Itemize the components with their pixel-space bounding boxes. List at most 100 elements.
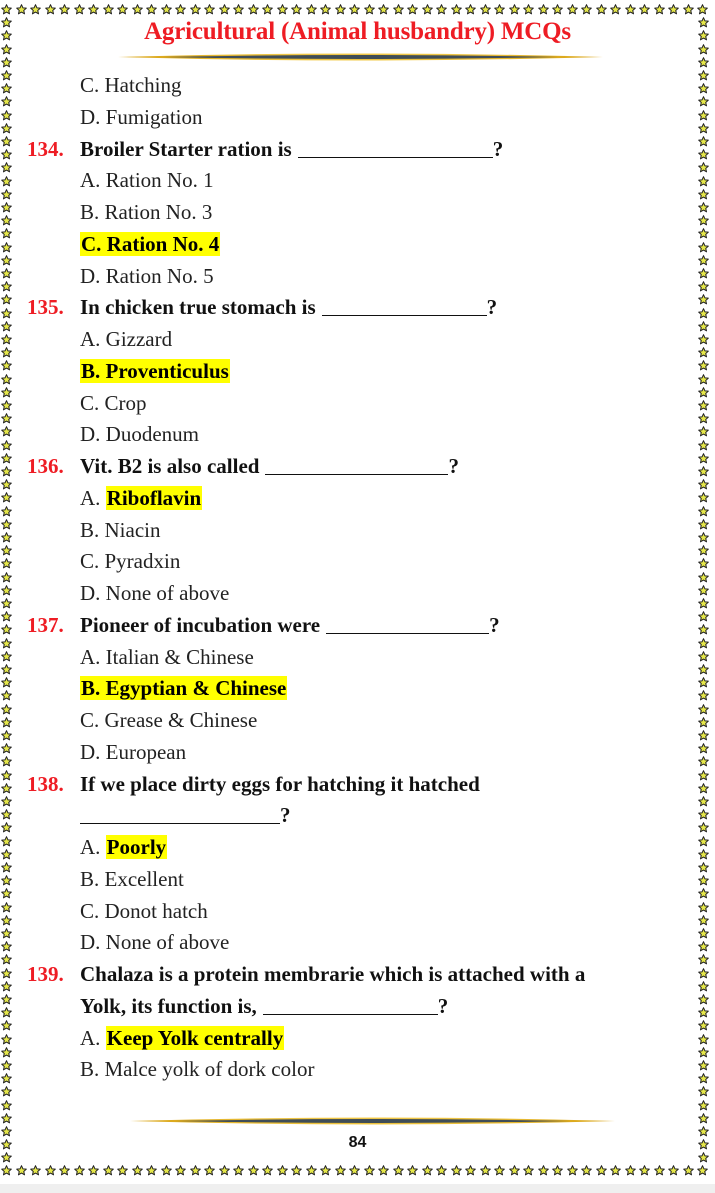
correct-answer-highlight: Keep Yolk centrally bbox=[105, 1025, 285, 1050]
star-icon bbox=[305, 2, 317, 15]
option: A. Italian & Chinese bbox=[80, 642, 254, 673]
star-icon bbox=[363, 1163, 375, 1176]
star-icon bbox=[30, 2, 41, 15]
star-icon bbox=[349, 2, 360, 15]
star-icon bbox=[624, 1163, 636, 1176]
star-icon bbox=[160, 2, 172, 15]
option-row-correct: A. Keep Yolk centrally bbox=[0, 1023, 715, 1054]
question-number: 135. bbox=[27, 295, 64, 320]
correct-answer-highlight: Poorly bbox=[105, 835, 168, 859]
star-icon bbox=[146, 2, 157, 15]
star-icon bbox=[1, 1098, 12, 1110]
option-row: B. Excellent bbox=[0, 864, 715, 895]
star-icon bbox=[131, 2, 143, 15]
option-row-correct: C. Ration No. 4 bbox=[0, 229, 715, 260]
star-icon bbox=[44, 1163, 56, 1176]
star-icon bbox=[378, 2, 389, 15]
header-divider bbox=[118, 53, 603, 61]
star-icon bbox=[698, 1150, 709, 1163]
star-icon bbox=[59, 1163, 70, 1176]
star-icon bbox=[494, 1163, 505, 1176]
option: C. Donot hatch bbox=[80, 896, 208, 927]
option: D. None of above bbox=[80, 927, 229, 958]
star-icon bbox=[610, 1163, 621, 1176]
star-icon bbox=[392, 1163, 404, 1176]
option: C. Grease & Chinese bbox=[80, 705, 257, 736]
star-icon bbox=[682, 1163, 694, 1176]
star-icon bbox=[566, 2, 578, 15]
star-icon bbox=[1, 1111, 12, 1124]
option-row: D. Ration No. 5 bbox=[0, 261, 715, 292]
star-icon bbox=[334, 1163, 346, 1176]
star-icon bbox=[494, 2, 505, 15]
star-icon bbox=[117, 2, 128, 15]
star-icon bbox=[537, 1163, 549, 1176]
star-icon bbox=[407, 1163, 418, 1176]
option-row: C. Pyradxin bbox=[0, 546, 715, 577]
star-icon bbox=[73, 1163, 85, 1176]
question-text-content: Yolk, its function is, bbox=[80, 993, 257, 1018]
question-number: 137. bbox=[27, 612, 64, 637]
option: A. Poorly bbox=[80, 832, 168, 863]
question-row: 137. Pioneer of incubation were? bbox=[0, 610, 715, 641]
option: B. Malce yolk of dork color bbox=[80, 1054, 314, 1085]
question-text-content: Vit. B2 is also called bbox=[80, 454, 260, 478]
option-text: B. Niacin bbox=[80, 517, 161, 542]
option-letter: A. bbox=[80, 485, 101, 510]
question-row: 136. Vit. B2 is also called? bbox=[0, 451, 715, 482]
question-suffix: ? bbox=[492, 136, 504, 161]
star-icon bbox=[581, 2, 592, 15]
option-text: D. Fumigation bbox=[80, 104, 203, 129]
star-icon bbox=[102, 2, 114, 15]
question-text-content: Broiler Starter ration is bbox=[80, 136, 292, 161]
option-letter: A. bbox=[80, 835, 101, 859]
star-icon bbox=[30, 1163, 41, 1176]
star-icon bbox=[320, 2, 331, 15]
star-icon bbox=[552, 2, 563, 15]
star-icon bbox=[1, 1084, 12, 1097]
star-icon bbox=[204, 1163, 215, 1176]
option: B. Niacin bbox=[80, 515, 160, 546]
option-text: B. Ration No. 3 bbox=[80, 200, 213, 224]
star-icon bbox=[697, 1163, 708, 1176]
star-icon bbox=[291, 1163, 302, 1176]
question-text: In chicken true stomach is? bbox=[80, 292, 497, 323]
star-icon bbox=[581, 1163, 592, 1176]
option-row: C. Crop bbox=[0, 388, 715, 419]
answer-blank bbox=[326, 613, 490, 634]
question-suffix: ? bbox=[486, 295, 498, 320]
option-text: D. Ration No. 5 bbox=[80, 263, 214, 288]
star-icon bbox=[697, 2, 708, 15]
star-icon bbox=[407, 2, 418, 15]
star-icon bbox=[668, 2, 679, 15]
star-icon bbox=[537, 2, 549, 15]
star-icon bbox=[450, 1163, 462, 1176]
star-icon bbox=[276, 2, 288, 15]
option-text: D. European bbox=[80, 739, 187, 764]
option: A. Gizzard bbox=[80, 324, 172, 355]
star-icon bbox=[523, 2, 534, 15]
answer-blank bbox=[265, 454, 449, 475]
answer-blank bbox=[262, 994, 438, 1015]
star-icon bbox=[218, 1163, 230, 1176]
star-icon bbox=[698, 1084, 709, 1097]
question-text: Yolk, its function is,? bbox=[80, 991, 448, 1022]
option-text: C. Grease & Chinese bbox=[80, 708, 258, 732]
question-text: Broiler Starter ration is? bbox=[80, 134, 503, 165]
question-text-content: Pioneer of incubation were bbox=[80, 612, 321, 637]
star-icon bbox=[421, 2, 433, 15]
option-row: D. None of above bbox=[0, 578, 715, 609]
answer-blank bbox=[297, 137, 493, 158]
star-icon bbox=[363, 2, 375, 15]
option-row: D. European bbox=[0, 737, 715, 768]
page-title: Agricultural (Animal husbandry) MCQs bbox=[144, 18, 571, 45]
question-row: ? bbox=[0, 800, 715, 831]
option-row: D. Duodenum bbox=[0, 419, 715, 450]
question-text-content: In chicken true stomach is bbox=[80, 295, 316, 320]
option: D. Ration No. 5 bbox=[80, 261, 214, 292]
star-icon bbox=[1, 55, 12, 68]
question-text-content: If we place dirty eggs for hatching it h… bbox=[80, 771, 480, 796]
answer-blank bbox=[80, 803, 280, 825]
star-icon bbox=[653, 2, 665, 15]
question-suffix: ? bbox=[489, 612, 500, 637]
